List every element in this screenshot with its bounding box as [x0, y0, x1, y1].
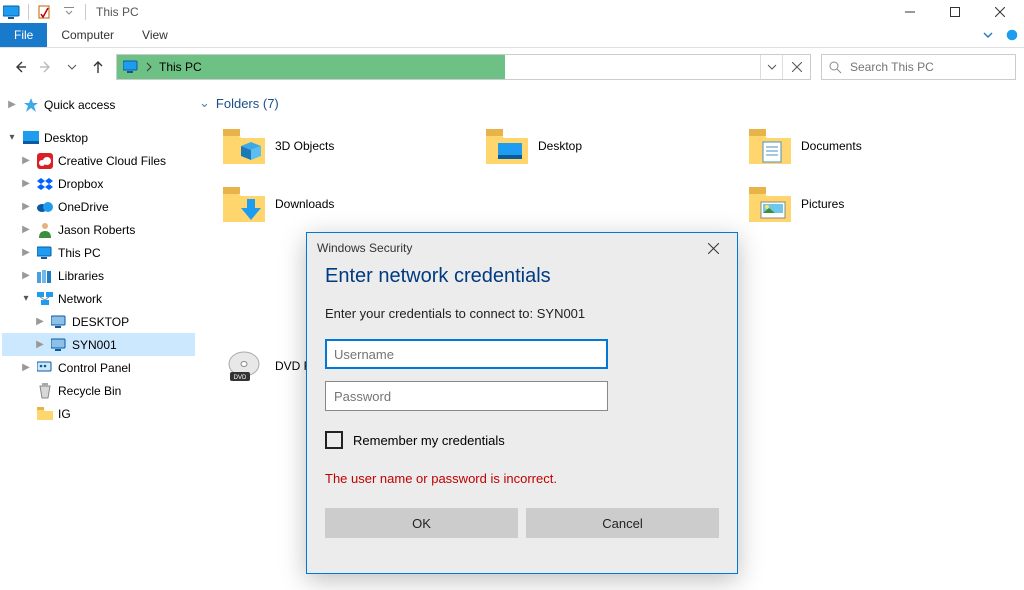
- maximize-button[interactable]: [932, 0, 977, 23]
- address-dropdown[interactable]: [760, 55, 782, 79]
- folder-desktop[interactable]: Desktop: [482, 119, 737, 173]
- recycle-bin-icon: [36, 382, 54, 400]
- tree-item-libraries[interactable]: ▶ Libraries: [2, 264, 195, 287]
- control-panel-icon: [36, 359, 54, 377]
- chevron-right-icon[interactable]: ▶: [20, 155, 32, 166]
- credentials-dialog: Windows Security Enter network credentia…: [306, 232, 738, 574]
- tree-item-onedrive[interactable]: ▶ OneDrive: [2, 195, 195, 218]
- search-icon: [828, 60, 842, 74]
- tree-quick-access[interactable]: ▶ Quick access: [2, 93, 195, 116]
- ribbon-expand-icon[interactable]: [976, 23, 1000, 47]
- window-title: This PC: [96, 5, 139, 19]
- tree-item-recycle-bin[interactable]: Recycle Bin: [2, 379, 195, 402]
- nav-back-button[interactable]: [8, 55, 32, 79]
- tree-item-dropbox[interactable]: ▶ Dropbox: [2, 172, 195, 195]
- computer-icon: [50, 313, 68, 331]
- chevron-down-icon[interactable]: ▾: [6, 132, 18, 143]
- chevron-right-icon[interactable]: ▶: [20, 362, 32, 373]
- search-input[interactable]: [848, 59, 1009, 75]
- this-pc-icon: [123, 60, 139, 74]
- folder-icon: [223, 183, 265, 225]
- minimize-button[interactable]: [887, 0, 932, 23]
- nav-recent-dropdown[interactable]: [60, 55, 84, 79]
- chevron-down-icon[interactable]: ⌄: [199, 95, 210, 111]
- this-pc-icon: [36, 244, 54, 262]
- dropbox-icon: [36, 175, 54, 193]
- onedrive-icon: [36, 198, 54, 216]
- password-input[interactable]: [325, 381, 608, 411]
- tree-desktop[interactable]: ▾ Desktop: [2, 126, 195, 149]
- dialog-heading: Enter network credentials: [325, 265, 719, 288]
- dialog-message: Enter your credentials to connect to: SY…: [325, 306, 719, 321]
- user-icon: [36, 221, 54, 239]
- cancel-button[interactable]: Cancel: [526, 508, 719, 538]
- remember-checkbox[interactable]: Remember my credentials: [325, 431, 719, 449]
- svg-text:DVD: DVD: [234, 375, 247, 381]
- tree-network-desktop[interactable]: ▶ DESKTOP: [2, 310, 195, 333]
- title-bar: This PC: [0, 0, 1024, 23]
- chevron-down-icon[interactable]: ▾: [20, 293, 32, 304]
- close-button[interactable]: [977, 0, 1022, 23]
- chevron-right-icon[interactable]: ▶: [20, 201, 32, 212]
- folder-documents[interactable]: Documents: [745, 119, 1000, 173]
- chevron-right-icon[interactable]: ▶: [20, 178, 32, 189]
- tree-item-this-pc[interactable]: ▶ This PC: [2, 241, 195, 264]
- desktop-icon: [22, 129, 40, 147]
- qat-properties-icon[interactable]: [35, 3, 55, 21]
- username-input[interactable]: [325, 339, 608, 369]
- folder-icon: [749, 183, 791, 225]
- folder-pictures[interactable]: Pictures: [745, 177, 1000, 231]
- ok-button[interactable]: OK: [325, 508, 518, 538]
- folder-icon: [486, 125, 528, 167]
- ribbon-tab-computer[interactable]: Computer: [47, 23, 128, 47]
- dialog-close-button[interactable]: [699, 237, 727, 259]
- search-box[interactable]: [821, 54, 1016, 80]
- computer-icon: [50, 336, 68, 354]
- chevron-right-icon: [145, 62, 153, 72]
- nav-up-button[interactable]: [86, 55, 110, 79]
- address-stop-button[interactable]: [782, 55, 810, 79]
- navigation-bar: This PC: [0, 48, 1024, 85]
- app-icon: [2, 3, 22, 21]
- tree-item-network[interactable]: ▾ Network: [2, 287, 195, 310]
- ribbon-tabs: File Computer View: [0, 23, 1024, 48]
- dialog-error-message: The user name or password is incorrect.: [325, 471, 719, 486]
- dvd-drive-icon: DVD: [223, 345, 265, 387]
- folder-icon: [749, 125, 791, 167]
- nav-forward-button[interactable]: [34, 55, 58, 79]
- creative-cloud-icon: [36, 152, 54, 170]
- tree-item-control-panel[interactable]: ▶ Control Panel: [2, 356, 195, 379]
- ribbon-tab-file[interactable]: File: [0, 23, 47, 47]
- network-icon: [36, 290, 54, 308]
- address-text: This PC: [159, 60, 202, 74]
- libraries-icon: [36, 267, 54, 285]
- star-icon: [22, 96, 40, 114]
- chevron-right-icon[interactable]: ▶: [20, 247, 32, 258]
- folder-icon: [36, 405, 54, 423]
- folders-section-header[interactable]: ⌄ Folders (7): [199, 95, 1024, 111]
- address-bar[interactable]: This PC: [116, 54, 811, 80]
- checkbox-icon[interactable]: [325, 431, 343, 449]
- dialog-titlebar: Windows Security: [307, 233, 737, 263]
- qat-dropdown-icon[interactable]: [59, 3, 79, 21]
- tree-network-syn001[interactable]: ▶ SYN001: [2, 333, 195, 356]
- ribbon-tab-view[interactable]: View: [128, 23, 182, 47]
- chevron-right-icon[interactable]: ▶: [34, 339, 46, 350]
- chevron-right-icon[interactable]: ▶: [20, 224, 32, 235]
- folder-3d-objects[interactable]: 3D Objects: [219, 119, 474, 173]
- folder-icon: [223, 125, 265, 167]
- ribbon-help-icon[interactable]: [1000, 23, 1024, 47]
- chevron-right-icon[interactable]: ▶: [6, 99, 18, 110]
- tree-item-ig[interactable]: IG: [2, 402, 195, 425]
- folder-downloads[interactable]: Downloads: [219, 177, 474, 231]
- chevron-right-icon[interactable]: ▶: [20, 270, 32, 281]
- chevron-right-icon[interactable]: ▶: [34, 316, 46, 327]
- tree-item-user[interactable]: ▶ Jason Roberts: [2, 218, 195, 241]
- tree-item-creative-cloud[interactable]: ▶ Creative Cloud Files: [2, 149, 195, 172]
- navigation-tree: ▶ Quick access ▾ Desktop ▶ Creative Clou…: [0, 85, 195, 590]
